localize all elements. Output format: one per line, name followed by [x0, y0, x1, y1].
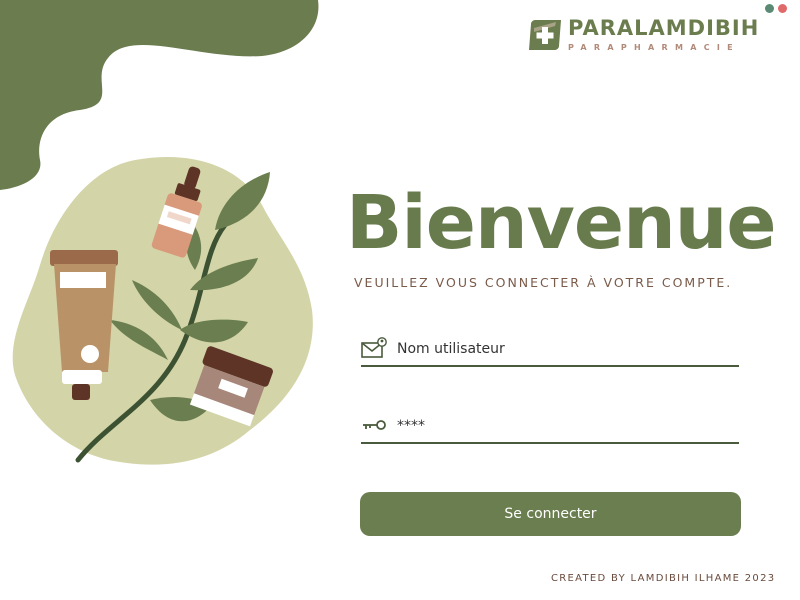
brand-logo: PARALAMDIBIH PARAPHARMACIE	[528, 16, 759, 54]
window-controls	[765, 4, 787, 13]
window-dot-green[interactable]	[765, 4, 774, 13]
key-icon	[363, 420, 386, 430]
footer-credit: CREATED BY LAMDIBIH ILHAME 2023	[551, 573, 776, 584]
cosmetics-illustration	[12, 157, 313, 465]
login-subtitle: VEUILLEZ VOUS CONNECTER À VOTRE COMPTE.	[354, 275, 733, 290]
mail-user-icon	[361, 337, 387, 358]
username-input[interactable]	[397, 337, 727, 361]
login-button[interactable]: Se connecter	[360, 492, 741, 536]
welcome-title: Bienvenue	[346, 180, 777, 266]
window-dot-red[interactable]	[778, 4, 787, 13]
password-field	[361, 412, 739, 444]
password-input[interactable]	[397, 414, 727, 438]
username-field	[361, 335, 739, 367]
brand-name: PARALAMDIBIH	[568, 16, 760, 40]
brand-subtitle: PARAPHARMACIE	[568, 43, 740, 52]
pharmacy-cross-icon	[529, 20, 561, 50]
